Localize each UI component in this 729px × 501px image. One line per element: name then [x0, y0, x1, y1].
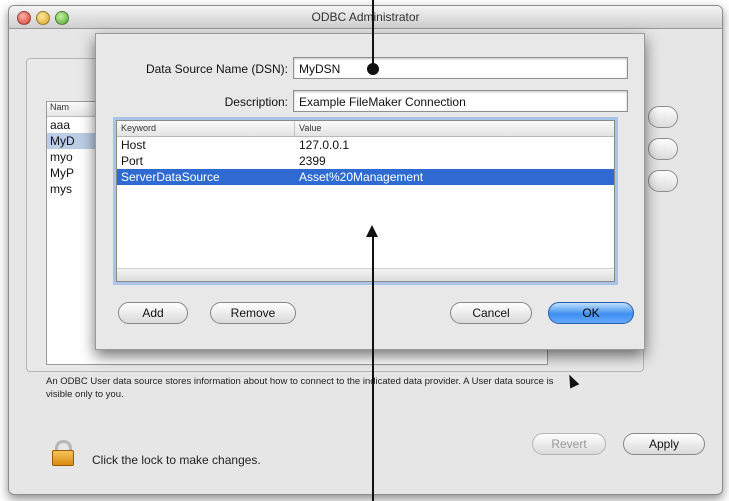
window-title: ODBC Administrator: [311, 10, 420, 24]
value-cell[interactable]: 127.0.0.1: [299, 137, 349, 153]
keyword-cell[interactable]: Port: [121, 153, 143, 169]
apply-button[interactable]: Apply: [623, 433, 705, 455]
configure-dsn-button[interactable]: [648, 170, 678, 192]
title-bar[interactable]: ODBC Administrator: [9, 6, 722, 29]
callout-dot: [367, 63, 379, 75]
table-row[interactable]: Host 127.0.0.1: [117, 137, 614, 153]
table-header: Keyword Value: [117, 121, 614, 137]
value-cell[interactable]: 2399: [299, 153, 326, 169]
keyword-cell[interactable]: ServerDataSource: [121, 169, 220, 185]
revert-button[interactable]: Revert: [532, 433, 606, 455]
ok-button[interactable]: OK: [548, 302, 634, 324]
keyword-column-header[interactable]: Keyword: [121, 123, 156, 133]
remove-dsn-button[interactable]: [648, 138, 678, 160]
table-row[interactable]: ServerDataSource Asset%20Management: [117, 169, 614, 185]
add-button[interactable]: Add: [118, 302, 188, 324]
table-footer: [117, 268, 614, 281]
callout-line-top: [372, 0, 374, 68]
callout-line-bottom: [372, 236, 374, 501]
value-cell[interactable]: Asset%20Management: [299, 169, 423, 185]
keyword-cell[interactable]: Host: [121, 137, 146, 153]
dsn-setup-sheet: Data Source Name (DSN): MyDSN Descriptio…: [95, 33, 645, 350]
table-row[interactable]: Port 2399: [117, 153, 614, 169]
user-dsn-description: An ODBC User data source stores informat…: [46, 376, 554, 400]
cancel-button[interactable]: Cancel: [450, 302, 532, 324]
description-field[interactable]: Example FileMaker Connection: [293, 90, 628, 112]
dsn-label: Data Source Name (DSN):: [145, 62, 288, 76]
add-dsn-button[interactable]: [648, 106, 678, 128]
value-column-header[interactable]: Value: [299, 123, 321, 133]
lock-text: Click the lock to make changes.: [92, 453, 261, 467]
keyword-value-table[interactable]: Keyword Value Host 127.0.0.1 Port 2399 S…: [116, 120, 615, 282]
dsn-name-field[interactable]: MyDSN: [293, 57, 628, 79]
remove-button[interactable]: Remove: [210, 302, 296, 324]
description-label: Description:: [224, 95, 288, 109]
lock-icon[interactable]: [52, 440, 74, 466]
